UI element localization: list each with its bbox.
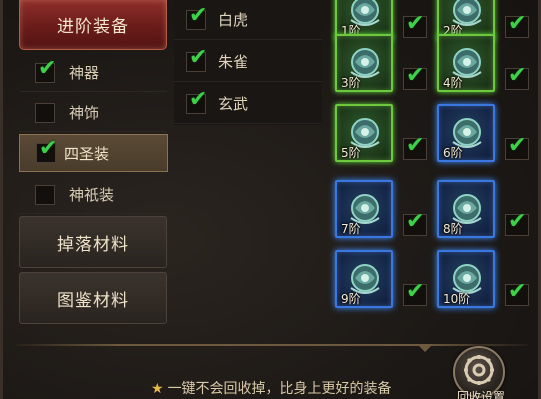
checkmark-icon: ✔: [189, 44, 208, 70]
list-item-vermilion-bird[interactable]: ✔ 朱雀: [174, 42, 322, 82]
drop-materials-button[interactable]: 掉落材料: [19, 216, 167, 268]
sub-item-label: 神饰: [69, 104, 100, 122]
sub-item-artifact[interactable]: ✔ 神器: [19, 54, 167, 92]
equipment-tile[interactable]: 8阶: [437, 180, 495, 238]
checkmark-icon: ✔: [508, 11, 527, 36]
list-item-black-tortoise[interactable]: ✔ 玄武: [174, 84, 322, 124]
equipment-tile[interactable]: 10阶: [437, 250, 495, 308]
sub-item-label: 四圣装: [64, 144, 110, 163]
tier-label: 7阶: [341, 222, 361, 236]
tier-checkbox[interactable]: ✔: [403, 279, 427, 306]
tier-checkbox[interactable]: ✔: [403, 11, 427, 38]
equipment-tile[interactable]: 4阶: [437, 34, 495, 92]
footer-note-text: 一键不会回收掉，比身上更好的装备: [167, 381, 392, 397]
checkmark-icon: ✔: [406, 279, 425, 304]
star-icon: ★: [151, 381, 164, 397]
checkmark-icon: ✔: [39, 136, 58, 161]
recycle-settings-panel: 进阶装备 ✔ 神器 神饰 ✔ 四圣装 神祇装 掉落材料 图鉴材料 ✔ 白虎 ✔ …: [0, 0, 541, 399]
checkmark-icon: ✔: [508, 133, 527, 158]
vermilion-bird-checkbox[interactable]: ✔: [186, 46, 207, 72]
advanced-equipment-button[interactable]: 进阶装备: [19, 0, 167, 50]
list-item-label: 玄武: [218, 95, 249, 113]
equipment-tile[interactable]: 5阶: [335, 104, 393, 162]
checkmark-icon: ✔: [406, 209, 425, 234]
divine-ornament-checkbox[interactable]: [35, 102, 55, 123]
codex-materials-button[interactable]: 图鉴材料: [19, 272, 167, 324]
tier-checkbox[interactable]: ✔: [505, 63, 529, 90]
tier-checkbox[interactable]: ✔: [403, 63, 427, 90]
tier-label: 3阶: [341, 76, 361, 90]
checkmark-icon: ✔: [508, 63, 527, 88]
tier-label: 5阶: [341, 146, 361, 160]
recycle-settings-button[interactable]: 回收设置: [451, 346, 509, 399]
checkmark-icon: ✔: [508, 209, 527, 234]
tier-label: 8阶: [443, 222, 463, 236]
category-sidebar: 进阶装备 ✔ 神器 神饰 ✔ 四圣装 神祇装 掉落材料 图鉴材料: [15, 0, 169, 330]
equipment-tile[interactable]: 6阶: [437, 104, 495, 162]
sub-item-label: 神器: [69, 64, 100, 82]
tier-label: 9阶: [341, 292, 361, 306]
artifact-checkbox[interactable]: ✔: [35, 57, 56, 83]
footer-note: ★ 一键不会回收掉，比身上更好的装备: [151, 378, 392, 398]
equipment-tile[interactable]: 7阶: [335, 180, 393, 238]
tier-checkbox[interactable]: ✔: [505, 11, 529, 38]
tier-grid: 1阶 ✔ 2阶 ✔ 3阶 ✔ 4阶 ✔ 5阶 ✔ 6阶 ✔ 7阶 ✔ 8阶 ✔ 9阶 ✔ 10阶 ✔: [333, 0, 538, 340]
tier-checkbox[interactable]: ✔: [505, 209, 529, 236]
tier-checkbox[interactable]: ✔: [505, 279, 529, 306]
recycle-settings-label: 回收设置: [456, 390, 505, 399]
tier-checkbox[interactable]: ✔: [403, 133, 427, 160]
divider-notch: [417, 344, 433, 352]
checkmark-icon: ✔: [508, 279, 527, 304]
equipment-tile[interactable]: 3阶: [335, 34, 393, 92]
list-item-label: 朱雀: [218, 53, 249, 71]
tier-label: 6阶: [443, 146, 463, 160]
checkmark-icon: ✔: [406, 133, 425, 158]
white-tiger-checkbox[interactable]: ✔: [186, 4, 207, 30]
tier-label: 10阶: [443, 292, 471, 306]
checkmark-icon: ✔: [406, 11, 425, 36]
tier-checkbox[interactable]: ✔: [505, 133, 529, 160]
sub-item-divine-ornament[interactable]: 神饰: [19, 94, 167, 132]
sub-item-label: 神祇装: [69, 186, 115, 204]
list-item-label: 白虎: [218, 11, 249, 29]
equipment-tile[interactable]: 9阶: [335, 250, 393, 308]
tier-label: 4阶: [443, 76, 463, 90]
four-saints-checkbox[interactable]: ✔: [36, 138, 57, 163]
list-item-white-tiger[interactable]: ✔ 白虎: [174, 0, 322, 40]
sub-item-four-saints[interactable]: ✔ 四圣装: [19, 134, 168, 172]
four-saints-list: ✔ 白虎 ✔ 朱雀 ✔ 玄武: [174, 0, 322, 125]
checkmark-icon: ✔: [189, 86, 208, 112]
checkmark-icon: ✔: [406, 63, 425, 88]
sub-item-deity-equipment[interactable]: 神祇装: [19, 176, 167, 214]
checkmark-icon: ✔: [38, 55, 57, 81]
tier-checkbox[interactable]: ✔: [403, 209, 427, 236]
deity-equipment-checkbox[interactable]: [35, 184, 55, 205]
black-tortoise-checkbox[interactable]: ✔: [186, 88, 207, 114]
checkmark-icon: ✔: [189, 2, 208, 28]
